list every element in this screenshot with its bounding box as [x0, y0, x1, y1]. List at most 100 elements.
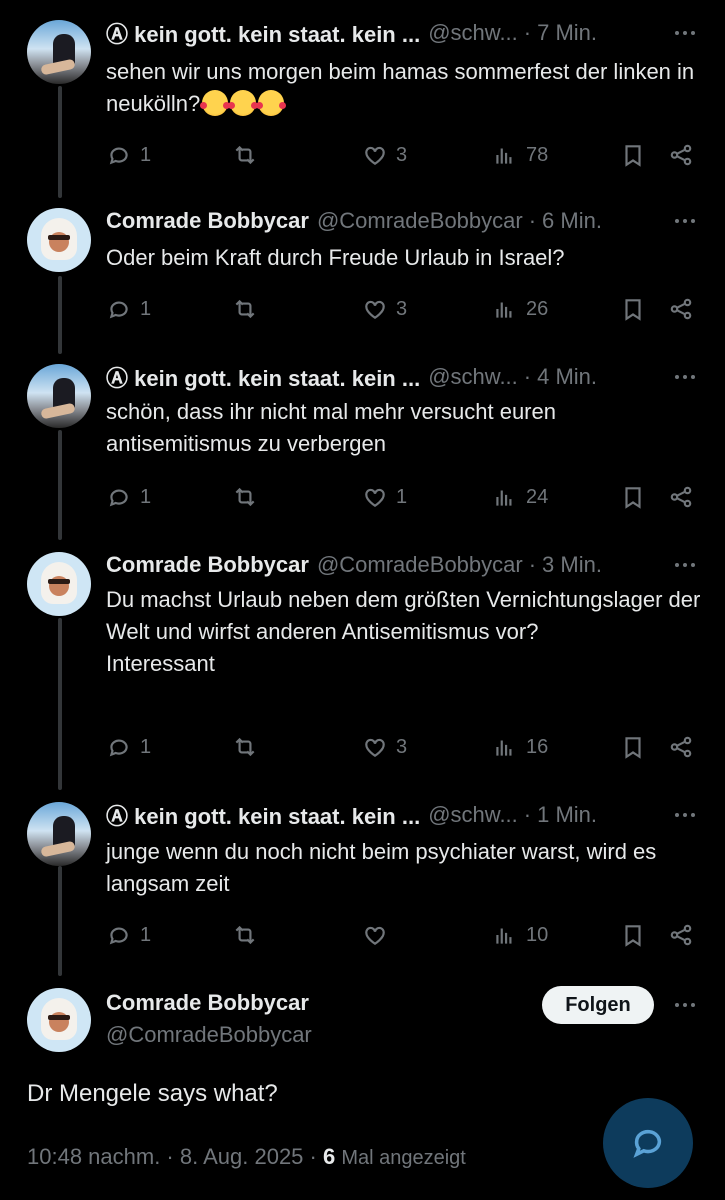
reply-icon [109, 147, 128, 165]
repost-button[interactable] [232, 140, 266, 170]
main-author-name[interactable]: Comrade Bobbycar [106, 990, 309, 1016]
avatar[interactable] [27, 988, 91, 1052]
bookmark-icon [625, 487, 641, 509]
heart-icon [365, 146, 385, 165]
tweet-text: Du machst Urlaub neben dem größten Verni… [106, 584, 706, 680]
tweet-text-content: junge wenn du noch nicht beim psychiater… [106, 839, 657, 896]
smiling-face-with-hearts-icon [256, 90, 287, 116]
tweet-actions: 1 1 24 [106, 482, 701, 512]
avatar[interactable] [27, 552, 91, 616]
separator: · [528, 552, 537, 577]
avatar[interactable] [27, 364, 91, 428]
author-handle[interactable]: @schw... [428, 802, 518, 828]
tweet-actions: 1 3 16 [106, 732, 701, 762]
share-button[interactable] [668, 140, 694, 170]
reply-icon [109, 927, 128, 945]
tweet-time[interactable]: 6 Min. [542, 208, 602, 234]
thread-line [58, 86, 62, 198]
heart-icon [365, 300, 385, 319]
views-button[interactable]: 16 [492, 732, 548, 762]
tweet-actions: 1 3 26 [106, 294, 701, 324]
tweet-time[interactable]: 4 Min. [537, 364, 597, 390]
tweet-time[interactable]: 3 Min. [542, 552, 602, 578]
author-name[interactable]: Comrade Bobbycar [106, 552, 309, 578]
share-button[interactable] [668, 482, 694, 512]
views-button[interactable]: 78 [492, 140, 548, 170]
views-button[interactable]: 24 [492, 482, 548, 512]
views-icon [496, 302, 512, 318]
bookmark-button[interactable] [620, 482, 646, 512]
bookmark-button[interactable] [620, 920, 646, 950]
views-count: 26 [526, 297, 549, 320]
tweet-actions: 1 10 [106, 920, 701, 950]
repost-icon [235, 299, 255, 319]
author-name[interactable]: Ⓐ kein gott. kein staat. kein ... [106, 361, 420, 393]
reply-compose-button[interactable] [603, 1098, 693, 1188]
separator: · [523, 20, 532, 45]
tweet-time[interactable]: 7 Min. [537, 20, 597, 46]
like-button[interactable]: 3 [362, 732, 407, 762]
share-button[interactable] [668, 294, 694, 324]
author-handle[interactable]: @schw... [428, 364, 518, 390]
view-label: Mal angezeigt [341, 1147, 466, 1169]
like-button[interactable]: 3 [362, 140, 407, 170]
reply-button[interactable]: 1 [106, 732, 151, 762]
views-button[interactable]: 26 [492, 294, 548, 324]
more-icon[interactable] [675, 550, 695, 580]
main-author-handle[interactable]: @ComradeBobbycar [106, 1022, 312, 1048]
views-count: 16 [526, 735, 549, 758]
separator: · [523, 364, 532, 389]
bookmark-button[interactable] [620, 732, 646, 762]
repost-button[interactable] [232, 920, 266, 950]
avatar[interactable] [27, 208, 91, 272]
more-icon[interactable] [675, 362, 695, 392]
like-button[interactable] [362, 920, 396, 950]
heart-icon [365, 488, 385, 507]
reply-count: 1 [140, 297, 152, 320]
like-count: 1 [396, 485, 408, 508]
timestamp[interactable]: 10:48 nachm. · 8. Aug. 2025 · [27, 1144, 323, 1169]
avatar[interactable] [27, 802, 91, 866]
tweet-header: Comrade Bobbycar @ComradeBobbycar · 6 Min. [106, 206, 602, 236]
bookmark-icon [625, 737, 641, 759]
bookmark-icon [625, 145, 641, 167]
share-button[interactable] [668, 920, 694, 950]
tweet-meta: 10:48 nachm. · 8. Aug. 2025 · 6 Mal ange… [27, 1144, 466, 1170]
share-icon [670, 298, 692, 320]
reply-button[interactable]: 1 [106, 482, 151, 512]
author-handle[interactable]: @schw... [428, 20, 518, 46]
tweet-text: Oder beim Kraft durch Freude Urlaub in I… [106, 242, 706, 274]
reply-button[interactable]: 1 [106, 294, 151, 324]
tweet-text-content: sehen wir uns morgen beim hamas sommerfe… [106, 59, 695, 116]
more-icon[interactable] [675, 990, 695, 1020]
repost-button[interactable] [232, 482, 266, 512]
reply-count: 1 [140, 485, 152, 508]
share-button[interactable] [668, 732, 694, 762]
more-icon[interactable] [675, 206, 695, 236]
author-name[interactable]: Ⓐ kein gott. kein staat. kein ... [106, 799, 420, 831]
repost-button[interactable] [232, 294, 266, 324]
tweet-text-content: Oder beim Kraft durch Freude Urlaub in I… [106, 245, 565, 270]
avatar[interactable] [27, 20, 91, 84]
like-button[interactable]: 3 [362, 294, 407, 324]
author-name[interactable]: Ⓐ kein gott. kein staat. kein ... [106, 17, 420, 49]
tweet-text-content: schön, dass ihr nicht mal mehr versucht … [106, 399, 556, 456]
like-count: 3 [396, 297, 408, 320]
author-handle[interactable]: @ComradeBobbycar [317, 208, 523, 234]
author-name[interactable]: Comrade Bobbycar [106, 208, 309, 234]
more-icon[interactable] [675, 800, 695, 830]
more-icon[interactable] [675, 18, 695, 48]
heart-icon [365, 926, 385, 945]
reply-icon [109, 739, 128, 757]
repost-button[interactable] [232, 732, 266, 762]
bookmark-button[interactable] [620, 294, 646, 324]
reply-button[interactable]: 1 [106, 920, 151, 950]
tweet-time[interactable]: 1 Min. [537, 802, 597, 828]
author-handle[interactable]: @ComradeBobbycar [317, 552, 523, 578]
reply-button[interactable]: 1 [106, 140, 151, 170]
bookmark-button[interactable] [620, 140, 646, 170]
share-icon [670, 924, 692, 946]
like-button[interactable]: 1 [362, 482, 407, 512]
views-button[interactable]: 10 [492, 920, 548, 950]
follow-button[interactable]: Folgen [542, 986, 654, 1024]
